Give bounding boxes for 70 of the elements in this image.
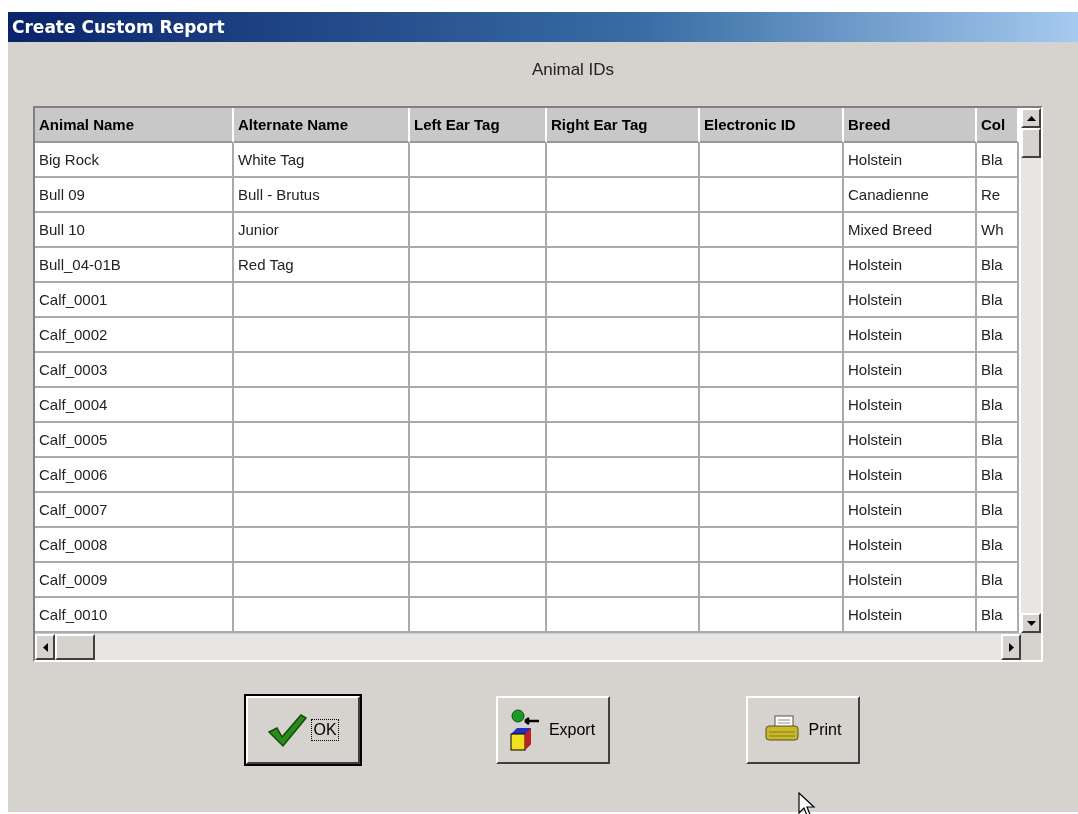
table-cell: Bull 10 <box>35 213 234 248</box>
scroll-up-button[interactable] <box>1021 108 1041 128</box>
export-button[interactable]: Export <box>496 696 610 764</box>
table-cell: Bla <box>977 143 1019 178</box>
table-cell: Bla <box>977 493 1019 528</box>
column-header[interactable]: Left Ear Tag <box>410 108 547 143</box>
vertical-scrollbar[interactable] <box>1021 108 1041 633</box>
table-cell: Bla <box>977 563 1019 598</box>
table-cell: White Tag <box>234 143 410 178</box>
table-cell: Holstein <box>844 493 977 528</box>
column-header[interactable]: Electronic ID <box>700 108 844 143</box>
scroll-down-button[interactable] <box>1021 613 1041 633</box>
table-cell: Canadienne <box>844 178 977 213</box>
column-header[interactable]: Alternate Name <box>234 108 410 143</box>
table-cell: Wh <box>977 213 1019 248</box>
table-cell: Holstein <box>844 143 977 178</box>
table-cell: Bla <box>977 388 1019 423</box>
table-cell: Bull_04-01B <box>35 248 234 283</box>
table-cell: Calf_0008 <box>35 528 234 563</box>
table-cell: Holstein <box>844 458 977 493</box>
down-arrow-icon <box>1026 620 1036 626</box>
table-cell: Holstein <box>844 248 977 283</box>
table-cell: Bla <box>977 353 1019 388</box>
table-cell: Bla <box>977 423 1019 458</box>
column-header[interactable]: Animal Name <box>35 108 234 143</box>
table-cell: Holstein <box>844 423 977 458</box>
ok-button[interactable]: OK <box>246 696 360 764</box>
table-cell: Calf_0003 <box>35 353 234 388</box>
scrollbar-corner <box>1021 634 1041 660</box>
table-cell: Bla <box>977 318 1019 353</box>
table-cell: Calf_0007 <box>35 493 234 528</box>
table-cell: Bla <box>977 248 1019 283</box>
table-cell: Mixed Breed <box>844 213 977 248</box>
table-cell: Calf_0006 <box>35 458 234 493</box>
column-header[interactable]: Col <box>977 108 1019 143</box>
table-cell: Calf_0001 <box>35 283 234 318</box>
table-cell: Calf_0002 <box>35 318 234 353</box>
up-arrow-icon <box>1026 115 1036 121</box>
column-header[interactable]: Right Ear Tag <box>547 108 700 143</box>
table-cell: Re <box>977 178 1019 213</box>
window-title: Create Custom Report <box>12 17 225 37</box>
column-header[interactable]: Breed <box>844 108 977 143</box>
horizontal-scrollbar[interactable] <box>35 633 1041 660</box>
scroll-right-button[interactable] <box>1001 634 1021 660</box>
scroll-left-button[interactable] <box>35 634 55 660</box>
table-cell: Calf_0009 <box>35 563 234 598</box>
table-cell: Bla <box>977 283 1019 318</box>
table-cell: Holstein <box>844 388 977 423</box>
table-cell: Big Rock <box>35 143 234 178</box>
scroll-thumb[interactable] <box>1021 128 1041 158</box>
grid-caption: Animal IDs <box>531 60 615 80</box>
print-button[interactable]: Print <box>746 696 860 764</box>
table-cell: Holstein <box>844 318 977 353</box>
table-cell: Red Tag <box>234 248 410 283</box>
left-arrow-icon <box>42 642 48 652</box>
table-cell: Bull - Brutus <box>234 178 410 213</box>
table-cell: Holstein <box>844 353 977 388</box>
table-cell: Bla <box>977 458 1019 493</box>
table-cell: Calf_0004 <box>35 388 234 423</box>
right-arrow-icon <box>1008 642 1014 652</box>
checkmark-icon <box>267 712 308 748</box>
table-cell: Holstein <box>844 283 977 318</box>
table-cell: Holstein <box>844 528 977 563</box>
table-cell: Junior <box>234 213 410 248</box>
table-cell: Bla <box>977 528 1019 563</box>
table-cell: Bull 09 <box>35 178 234 213</box>
table-cell: Calf_0005 <box>35 423 234 458</box>
scroll-thumb[interactable] <box>55 634 95 660</box>
table-cell: Holstein <box>844 563 977 598</box>
mouse-pointer-icon <box>798 792 816 814</box>
